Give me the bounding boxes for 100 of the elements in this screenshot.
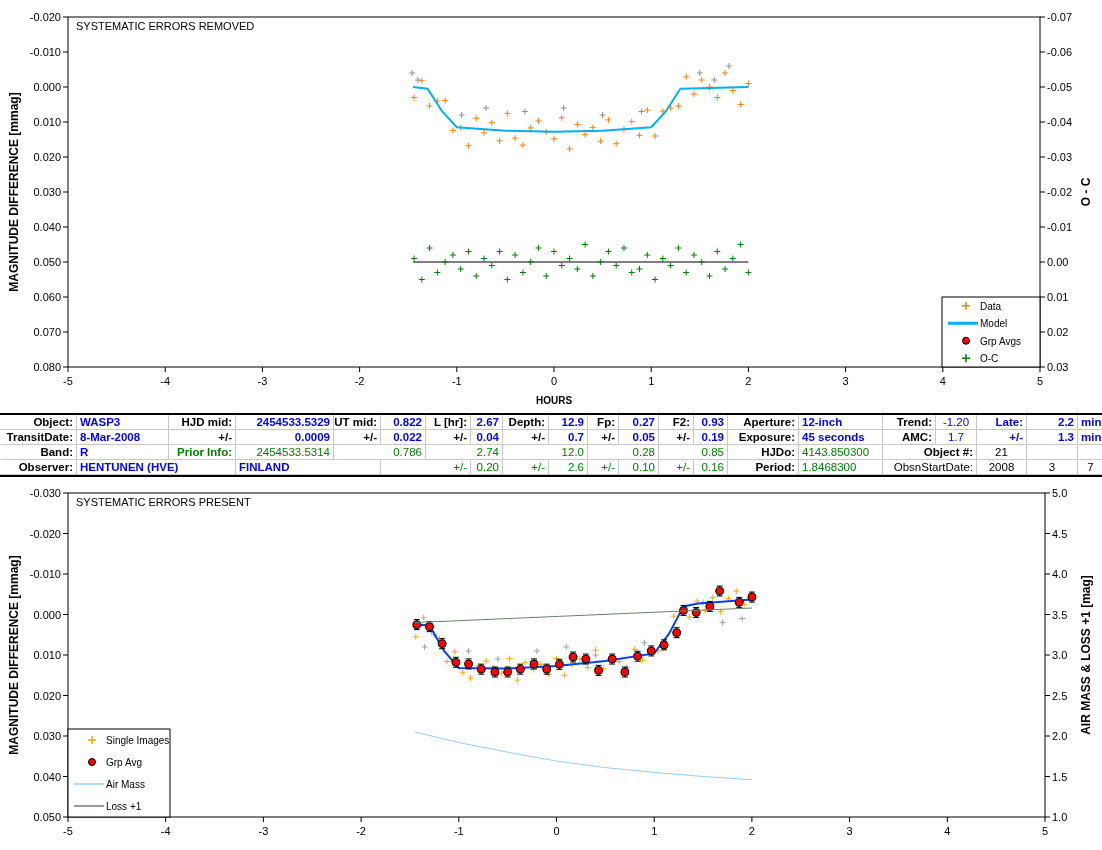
table-cell: Observer: — [0, 460, 76, 475]
axis-tick-label: 5 — [1036, 375, 1044, 387]
table-cell: HENTUNEN (HVE) — [76, 460, 235, 475]
axis-tick-label: 0.080 — [33, 361, 61, 373]
table-cell: +/- — [502, 460, 548, 475]
axis-tick-label: 2 — [748, 825, 755, 837]
table-cell: AMC: — [882, 430, 935, 445]
axis-tick-label: 0.02 — [1047, 326, 1069, 338]
table-cell: 2454533.5329 — [235, 415, 333, 430]
table-cell: min — [1077, 415, 1102, 430]
table-cell: +/- — [168, 430, 235, 445]
axis-tick-label: -1 — [453, 825, 464, 837]
table-cell: 0.04 — [470, 430, 502, 445]
axis-tick-label: -0.020 — [29, 527, 61, 540]
axis-tick-label: 1.5 — [1052, 770, 1068, 783]
axis-tick-label: 0.03 — [1047, 361, 1069, 373]
axis-tick-label: -4 — [160, 825, 171, 837]
axis-tick-label: 0 — [550, 375, 558, 387]
table-cell: 0.022 — [380, 430, 425, 445]
axis-tick-label: 5 — [1041, 825, 1049, 837]
legend-label: Single Images — [106, 735, 170, 746]
table-cell: HJD mid: — [168, 415, 235, 430]
table-cell: 2.74 — [425, 445, 502, 460]
axis-tick-label: 1.0 — [1052, 811, 1068, 823]
axis-tick-label: 0.010 — [33, 649, 61, 661]
table-cell: Aperture: — [727, 415, 798, 430]
axis-tick-label: -0.03 — [1047, 151, 1073, 163]
table-cell: +/- — [333, 430, 380, 445]
table-cell: 0.0009 — [235, 430, 333, 445]
table-cell: 12.0 — [502, 445, 587, 460]
table-cell: 8-Mar-2008 — [76, 430, 168, 445]
table-cell: +/- — [380, 460, 470, 475]
table-cell: Object #: — [882, 445, 976, 460]
table-cell: +/- — [587, 430, 618, 445]
axis-tick-label: 5.0 — [1052, 487, 1068, 499]
table-cell: 0.822 — [380, 415, 425, 430]
table-cell: +/- — [587, 460, 618, 475]
table-cell: Exposure: — [727, 430, 798, 445]
table-cell: FINLAND — [235, 460, 380, 475]
table-cell: Depth: — [502, 415, 548, 430]
axis-tick-label: -0.04 — [1047, 116, 1073, 128]
axis-tick-label: 0.010 — [33, 116, 61, 128]
table-cell: 45 seconds — [798, 430, 882, 445]
legend-label: Loss +1 — [106, 801, 142, 812]
axis-tick-label: -2 — [354, 375, 365, 387]
table-cell: Period: — [727, 460, 798, 475]
table-cell: Band: — [0, 445, 76, 460]
axis-tick-label: 0.050 — [33, 811, 61, 823]
legend-label: O-C — [980, 353, 999, 365]
axis-tick-label: -2 — [356, 825, 366, 837]
table-cell: 0.28 — [587, 445, 658, 460]
table-cell: Object: — [0, 415, 76, 430]
table-cell: min — [1077, 430, 1102, 445]
table-cell: F2: — [658, 415, 693, 430]
table-cell: 0.10 — [618, 460, 658, 475]
axis-tick-label: -0.010 — [29, 568, 61, 580]
axis-tick-label: -0.07 — [1047, 11, 1073, 23]
axis-tick-label: -0.02 — [1047, 186, 1073, 198]
table-cell: Trend: — [882, 415, 935, 430]
table-cell: 0.7 — [548, 430, 587, 445]
axis-tick-label: 0.040 — [33, 221, 61, 233]
axis-tick-label: -4 — [160, 375, 171, 387]
y-axis-title: AIR MASS & LOSS +1 [mag] — [1079, 575, 1093, 735]
axis-tick-label: -0.06 — [1047, 46, 1073, 58]
axis-tick-label: 2.5 — [1052, 689, 1068, 702]
y-axis-title: MAGNITUDE DIFFERENCE [mmag] — [7, 555, 21, 755]
axis-tick-label: -5 — [63, 825, 73, 837]
axis-tick-label: 0.050 — [33, 256, 61, 268]
table-cell: R — [76, 445, 168, 460]
legend-label: Data — [980, 300, 1002, 312]
table-cell: 1.7 — [935, 430, 976, 445]
table-cell: 7 — [1077, 460, 1102, 475]
table-cell: 0.93 — [693, 415, 727, 430]
axis-tick-label: -0.030 — [29, 487, 61, 499]
axis-tick-label: -5 — [63, 375, 73, 387]
legend-label: Air Mass — [106, 779, 145, 790]
table-cell: +/- — [658, 430, 693, 445]
axis-tick-label: 4 — [939, 375, 946, 387]
table-cell: 1.8468300 — [798, 460, 882, 475]
axis-tick-label: 2.0 — [1052, 730, 1068, 742]
axis-tick-label: 4 — [944, 825, 951, 837]
table-cell: L [hr]: — [425, 415, 470, 430]
table-cell: 0.20 — [470, 460, 502, 475]
axis-tick-label: -0.010 — [29, 46, 61, 58]
axis-tick-label: 0.000 — [33, 81, 61, 93]
table-cell: 0.27 — [618, 415, 658, 430]
table-cell: TransitDate: — [0, 430, 76, 445]
table-cell: 1.3 — [1026, 430, 1077, 445]
table-cell: 0.19 — [693, 430, 727, 445]
axis-tick-label: -0.05 — [1047, 81, 1073, 93]
axis-tick-label: 4.0 — [1052, 568, 1068, 580]
table-cell: HJDo: — [727, 445, 798, 460]
axis-tick-label: -3 — [258, 825, 269, 837]
axis-tick-label: 4.5 — [1052, 527, 1068, 540]
table-cell: 2454533.5314 — [235, 445, 333, 460]
axis-tick-label: -1 — [451, 375, 462, 387]
axis-tick-label: -0.020 — [29, 11, 61, 23]
axis-tick-label: 3 — [842, 375, 849, 387]
axis-tick-label: 3 — [846, 825, 853, 837]
axis-tick-label: 0.00 — [1047, 256, 1069, 268]
